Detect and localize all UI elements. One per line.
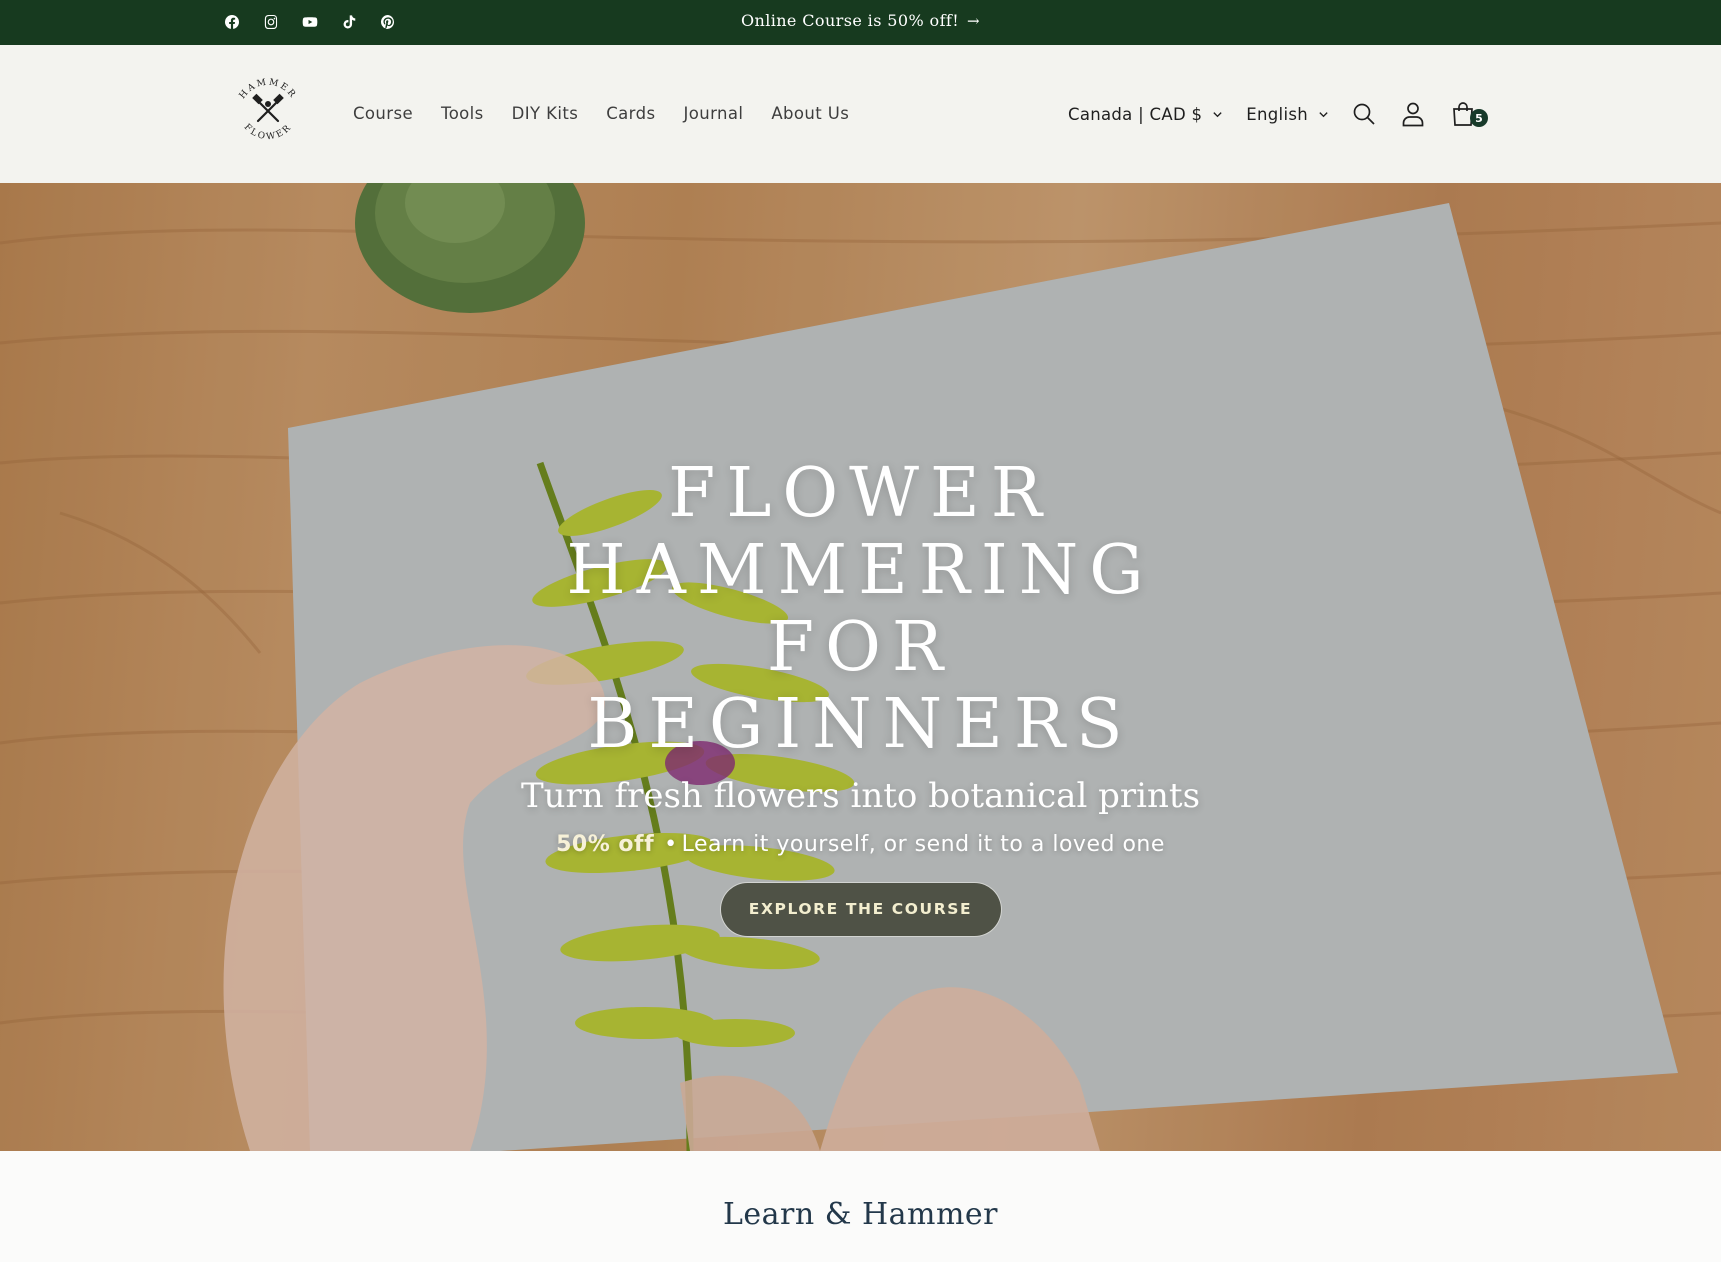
announcement-bar: Online Course is 50% off! → bbox=[0, 0, 1721, 45]
chevron-down-icon bbox=[1319, 111, 1328, 117]
cart-icon[interactable]: 5 bbox=[1450, 101, 1488, 127]
country-selector-label: Canada | CAD $ bbox=[1068, 104, 1203, 124]
search-icon[interactable] bbox=[1351, 101, 1377, 127]
hero-banner: FLOWER HAMMERING FOR BEGINNERS Turn fres… bbox=[0, 183, 1721, 1151]
language-selector-label: English bbox=[1246, 104, 1308, 124]
chevron-down-icon bbox=[1213, 111, 1222, 117]
hero-subtitle: Turn fresh flowers into botanical prints bbox=[520, 776, 1201, 816]
cart-count-badge: 5 bbox=[1469, 109, 1488, 127]
main-navigation: Course Tools DIY Kits Cards Journal Abou… bbox=[353, 104, 849, 123]
section-title: Learn & Hammer bbox=[722, 1197, 999, 1232]
svg-text:HAMMER: HAMMER bbox=[238, 78, 298, 101]
hero-tagline-row: 50% off • Learn it yourself, or send it to… bbox=[0, 832, 1721, 857]
language-selector[interactable]: English bbox=[1246, 105, 1329, 124]
hero-tagline: Learn it yourself, or send it to a loved… bbox=[681, 832, 1165, 857]
site-logo[interactable]: HAMMER FLOWER bbox=[230, 73, 306, 149]
site-header: HAMMER FLOWER Course Tools DIY Kits Card… bbox=[0, 45, 1721, 183]
announcement-link[interactable]: Online Course is 50% off! → bbox=[0, 11, 1721, 30]
arrow-right-icon: → bbox=[967, 12, 981, 30]
nav-item-tools[interactable]: Tools bbox=[441, 104, 484, 123]
explore-course-button[interactable]: EXPLORE THE COURSE bbox=[719, 882, 1002, 937]
hero-title: FLOWER HAMMERING FOR BEGINNERS bbox=[566, 454, 1155, 764]
account-icon[interactable] bbox=[1400, 101, 1426, 127]
bullet-separator: • bbox=[664, 832, 678, 857]
country-selector[interactable]: Canada | CAD $ bbox=[1068, 105, 1223, 124]
header-utilities: Canada | CAD $ English 5 bbox=[1068, 101, 1488, 127]
announcement-text: Online Course is 50% off! bbox=[740, 11, 960, 30]
logo-bottom-text: FLOWER bbox=[242, 122, 292, 142]
nav-item-diy-kits[interactable]: DIY Kits bbox=[512, 104, 579, 123]
logo-top-text: HAMMER bbox=[238, 78, 296, 101]
hero-content: FLOWER HAMMERING FOR BEGINNERS Turn fres… bbox=[0, 455, 1721, 937]
nav-item-cards[interactable]: Cards bbox=[606, 104, 655, 123]
promo-text: 50% off bbox=[556, 832, 655, 857]
svg-text:FLOWER: FLOWER bbox=[242, 122, 295, 142]
nav-item-course[interactable]: Course bbox=[353, 104, 413, 123]
nav-item-journal[interactable]: Journal bbox=[683, 104, 743, 123]
nav-item-about-us[interactable]: About Us bbox=[771, 104, 849, 123]
